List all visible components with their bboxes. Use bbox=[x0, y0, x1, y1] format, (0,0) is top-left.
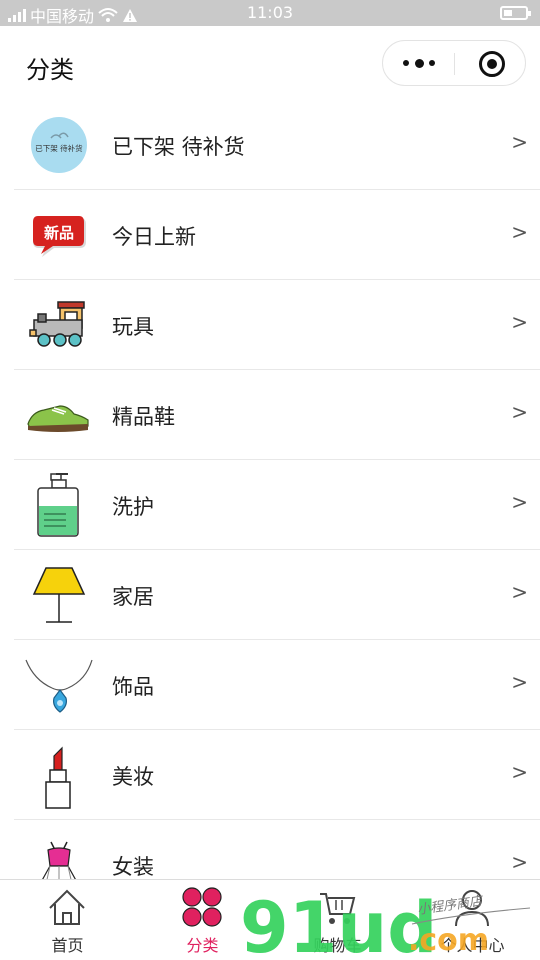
category-label: 精品鞋 bbox=[112, 405, 175, 429]
category-label: 玩具 bbox=[112, 315, 154, 339]
new-badge-text: 新品 bbox=[44, 224, 74, 242]
category-item[interactable]: 新品 今日上新 > bbox=[14, 190, 540, 280]
tab-profile[interactable]: 个人中心 bbox=[405, 880, 540, 960]
category-label: 已下架 待补货 bbox=[112, 135, 245, 159]
necklace-icon bbox=[24, 650, 94, 720]
chevron-right-icon: > bbox=[511, 850, 528, 874]
chevron-right-icon: > bbox=[511, 760, 528, 784]
tab-bar: 首页 分类 购物车 个人中心 bbox=[0, 879, 540, 960]
tab-label: 个人中心 bbox=[440, 936, 505, 955]
close-target-icon[interactable] bbox=[479, 51, 505, 77]
category-label: 女装 bbox=[112, 855, 154, 879]
restock-badge-icon: 已下架 待补货 bbox=[24, 110, 94, 180]
cart-icon bbox=[316, 886, 358, 928]
tab-cart[interactable]: 购物车 bbox=[270, 880, 405, 960]
user-icon bbox=[451, 886, 493, 928]
category-label: 饰品 bbox=[112, 675, 154, 699]
tab-label: 购物车 bbox=[313, 936, 362, 955]
lamp-icon bbox=[24, 560, 94, 630]
new-badge-icon: 新品 bbox=[24, 200, 94, 270]
category-list: 已下架 待补货 已下架 待补货 > 新品 今日上新 > 玩具 > 精品鞋 > 洗… bbox=[0, 100, 540, 910]
category-item[interactable]: 已下架 待补货 已下架 待补货 > bbox=[14, 100, 540, 190]
home-icon bbox=[46, 886, 88, 928]
category-item[interactable]: 美妆 > bbox=[14, 730, 540, 820]
chevron-right-icon: > bbox=[511, 130, 528, 154]
chevron-right-icon: > bbox=[511, 490, 528, 514]
toy-train-icon bbox=[24, 290, 94, 360]
chevron-right-icon: > bbox=[511, 400, 528, 424]
tab-label: 分类 bbox=[186, 936, 219, 955]
category-label: 家居 bbox=[112, 585, 154, 609]
category-label: 今日上新 bbox=[112, 225, 196, 249]
category-label: 美妆 bbox=[112, 765, 154, 789]
chevron-right-icon: > bbox=[511, 670, 528, 694]
category-item[interactable]: 饰品 > bbox=[14, 640, 540, 730]
chevron-right-icon: > bbox=[511, 580, 528, 604]
status-bar: 中国移动 11:03 bbox=[0, 0, 540, 26]
tab-category[interactable]: 分类 bbox=[135, 880, 270, 960]
capsule-divider bbox=[454, 53, 455, 75]
tab-label: 首页 bbox=[51, 936, 84, 955]
tab-home[interactable]: 首页 bbox=[0, 880, 135, 960]
page-title: 分类 bbox=[26, 56, 74, 84]
category-item[interactable]: 玩具 > bbox=[14, 280, 540, 370]
category-label: 洗护 bbox=[112, 495, 154, 519]
lipstick-icon bbox=[24, 740, 94, 810]
battery-icon bbox=[500, 6, 531, 20]
category-item[interactable]: 精品鞋 > bbox=[14, 370, 540, 460]
status-time: 11:03 bbox=[246, 3, 294, 22]
category-item[interactable]: 洗护 > bbox=[14, 460, 540, 550]
sneaker-icon bbox=[24, 380, 94, 450]
more-menu-icon[interactable] bbox=[403, 51, 435, 75]
mini-program-capsule bbox=[382, 40, 526, 86]
category-flower-icon bbox=[181, 886, 223, 928]
lotion-bottle-icon bbox=[24, 470, 94, 540]
chevron-right-icon: > bbox=[511, 310, 528, 334]
chevron-right-icon: > bbox=[511, 220, 528, 244]
nav-bar: 分类 bbox=[0, 26, 540, 100]
category-item[interactable]: 家居 > bbox=[14, 550, 540, 640]
restock-badge-text: 已下架 待补货 bbox=[35, 143, 83, 153]
